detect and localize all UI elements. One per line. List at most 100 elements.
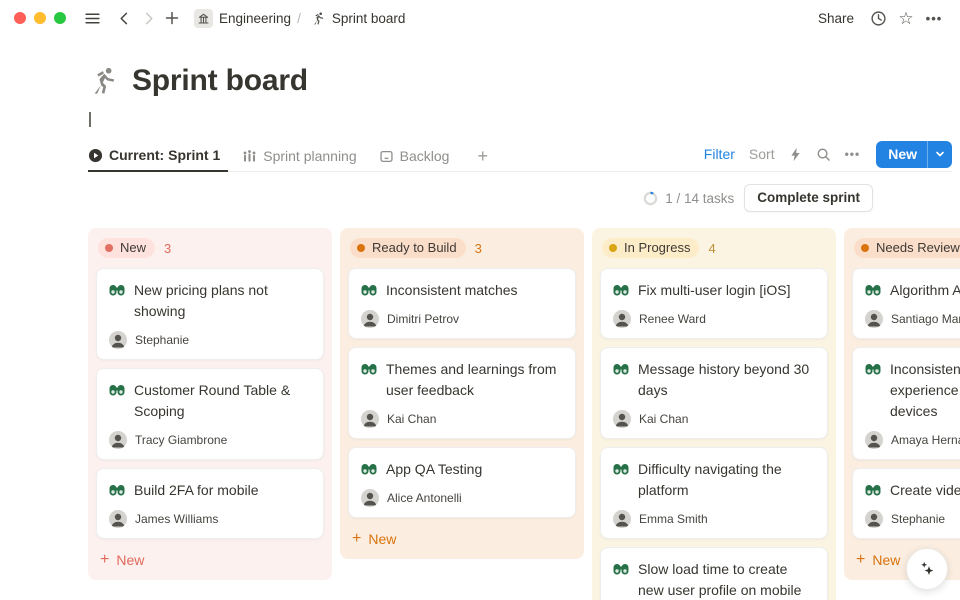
column-pill-label: New [120,240,146,255]
workspace-building-icon[interactable] [194,9,213,28]
automations-bolt-icon[interactable] [789,147,802,162]
card-assignee: Alice Antonelli [361,489,563,507]
column-status-pill[interactable]: In Progress [602,238,699,258]
search-icon[interactable] [816,147,831,162]
breadcrumb-separator: / [297,11,301,26]
card-assignee-name: Amaya Hernandez [891,433,960,447]
minimize-window-button[interactable] [34,12,46,24]
binoculars-icon [109,382,125,398]
add-card-button[interactable]: + New [96,547,324,572]
task-card[interactable]: Themes and learnings from user feedback … [348,347,576,439]
new-button[interactable]: New [876,141,927,168]
progress-ring-icon [643,191,658,206]
back-icon[interactable] [112,6,136,30]
binoculars-icon [613,361,629,377]
complete-sprint-button[interactable]: Complete sprint [744,184,873,212]
traffic-lights [14,12,66,24]
share-button[interactable]: Share [810,7,862,30]
task-card[interactable]: Inconsistent user experience across diff… [852,347,960,460]
assignee-avatar [361,310,379,328]
card-title-row: Create video guides [865,480,960,501]
card-assignee-name: James Williams [135,512,218,526]
sparkles-icon [917,559,937,579]
breadcrumb-workspace[interactable]: Engineering [219,11,291,26]
status-dot-icon [105,244,113,252]
add-view-icon[interactable]: + [471,146,494,167]
card-title: Create video guides [890,480,960,501]
column-status-pill[interactable]: Needs Review [854,238,960,258]
updates-clock-icon[interactable] [866,6,890,30]
view-more-icon[interactable]: ••• [845,147,861,161]
view-tabs-row: Current: Sprint 1 Sprint planning Backlo… [88,141,952,172]
task-card[interactable]: Customer Round Table & Scoping Tracy Gia… [96,368,324,460]
close-window-button[interactable] [14,12,26,24]
tab-backlog[interactable]: Backlog [379,141,458,172]
new-page-icon[interactable] [160,6,184,30]
plus-icon: + [352,531,361,547]
text-cursor [89,112,91,127]
task-card[interactable]: Algorithm A/B test Santiago Martinez [852,268,960,339]
column-header: Ready to Build 3 [348,236,576,268]
column-header: In Progress 4 [600,236,828,268]
breadcrumb-page[interactable]: Sprint board [332,11,406,26]
column-count: 3 [475,241,482,256]
play-circle-icon [88,148,103,163]
column-new-label: New [872,552,900,568]
assignee-avatar [109,510,127,528]
tab-label: Current: Sprint 1 [109,147,220,163]
more-options-icon[interactable]: ••• [922,6,946,30]
tab-current-sprint[interactable]: Current: Sprint 1 [88,141,228,172]
assignee-avatar [865,510,883,528]
binoculars-icon [361,361,377,377]
chevron-down-icon[interactable] [928,141,952,168]
card-title: New pricing plans not showing [134,280,311,322]
card-title: Customer Round Table & Scoping [134,380,311,422]
card-assignee-name: Stephanie [891,512,945,526]
box-icon [379,149,394,164]
card-title: Inconsistent user experience across diff… [890,359,960,422]
card-list: Inconsistent matches Dimitri Petrov Them… [348,268,576,518]
card-title: Slow load time to create new user profil… [638,559,815,600]
favorite-star-icon[interactable]: ☆ [894,6,918,30]
assignee-avatar [613,510,631,528]
status-dot-icon [861,244,869,252]
task-card[interactable]: Message history beyond 30 days Kai Chan [600,347,828,439]
forward-icon[interactable] [136,6,160,30]
binoculars-icon [865,361,881,377]
column-pill-label: Ready to Build [372,240,457,255]
task-card[interactable]: Inconsistent matches Dimitri Petrov [348,268,576,339]
task-card[interactable]: App QA Testing Alice Antonelli [348,447,576,518]
task-card[interactable]: Fix multi-user login [iOS] Renee Ward [600,268,828,339]
page-icon-runner[interactable] [88,65,120,97]
column-header: New 3 [96,236,324,268]
card-assignee: James Williams [109,510,311,528]
notion-ai-button[interactable] [906,548,948,590]
page-title-row: Sprint board [88,64,308,98]
card-assignee: Kai Chan [361,410,563,428]
topbar-actions: Share ☆ ••• [810,6,946,30]
zoom-window-button[interactable] [54,12,66,24]
add-card-button[interactable]: + New [348,526,576,551]
card-assignee-name: Santiago Martinez [891,312,960,326]
assignee-avatar [865,431,883,449]
binoculars-icon [109,282,125,298]
page-title[interactable]: Sprint board [132,64,308,98]
column-status-pill[interactable]: New [98,238,155,258]
filter-button[interactable]: Filter [704,146,735,162]
task-card[interactable]: Build 2FA for mobile James Williams [96,468,324,539]
sidebar-menu-icon[interactable] [80,6,104,30]
task-card[interactable]: Difficulty navigating the platform Emma … [600,447,828,539]
sprint-status-row: 1 / 14 tasks Complete sprint [643,184,873,212]
sort-button[interactable]: Sort [749,146,775,162]
assignee-avatar [613,310,631,328]
plus-icon: + [856,552,865,568]
task-card[interactable]: Create video guides Stephanie [852,468,960,539]
column-status-pill[interactable]: Ready to Build [350,238,466,258]
card-assignee-name: Tracy Giambrone [135,433,227,447]
card-title: Fix multi-user login [iOS] [638,280,790,301]
binoculars-icon [613,282,629,298]
task-card[interactable]: Slow load time to create new user profil… [600,547,828,600]
card-assignee: Renee Ward [613,310,815,328]
tab-sprint-planning[interactable]: Sprint planning [242,141,364,172]
task-card[interactable]: New pricing plans not showing Stephanie [96,268,324,360]
